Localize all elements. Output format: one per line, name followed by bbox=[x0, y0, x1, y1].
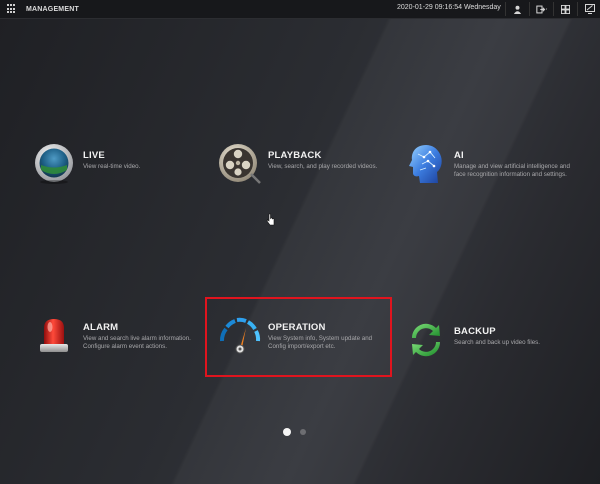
backup-icon bbox=[404, 318, 448, 362]
page-dot-2[interactable] bbox=[300, 429, 306, 435]
monitor-icon[interactable] bbox=[577, 2, 600, 16]
page-dot-1[interactable] bbox=[283, 428, 291, 436]
user-icon[interactable] bbox=[505, 2, 529, 16]
tile-ai-title: AI bbox=[454, 150, 464, 161]
tile-backup[interactable]: BACKUP Search and back up video files. bbox=[404, 318, 574, 362]
tile-live-desc: View real-time video. bbox=[83, 163, 141, 170]
selection-highlight bbox=[205, 297, 392, 377]
page-indicator bbox=[283, 428, 306, 436]
logout-icon[interactable] bbox=[529, 2, 553, 16]
tile-ai-desc: Manage and view artificial intelligence … bbox=[454, 163, 570, 178]
layout-icon[interactable] bbox=[553, 2, 577, 16]
top-bar: MANAGEMENT 2020-01-29 09:16:54 Wednesday bbox=[0, 0, 600, 19]
tile-ai[interactable]: AI Manage and view artificial intelligen… bbox=[404, 142, 572, 186]
playback-icon bbox=[218, 142, 262, 186]
tile-live[interactable]: LIVE View real-time video. bbox=[33, 142, 193, 186]
tile-playback[interactable]: PLAYBACK View, search, and play recorded… bbox=[218, 142, 403, 186]
mouse-pointer-icon bbox=[266, 213, 275, 231]
tile-backup-desc: Search and back up video files. bbox=[454, 339, 540, 346]
tile-playback-desc: View, search, and play recorded videos. bbox=[268, 163, 378, 170]
tile-playback-title: PLAYBACK bbox=[268, 150, 322, 161]
background-sheen bbox=[0, 0, 600, 484]
tile-alarm-desc: View and search live alarm information. … bbox=[83, 335, 191, 350]
live-icon bbox=[33, 142, 77, 186]
page-title: MANAGEMENT bbox=[26, 5, 79, 13]
ai-icon bbox=[404, 142, 448, 186]
tile-backup-title: BACKUP bbox=[454, 326, 496, 337]
datetime-display: 2020-01-29 09:16:54 Wednesday bbox=[397, 4, 501, 11]
tile-alarm[interactable]: ALARM View and search live alarm informa… bbox=[33, 314, 201, 358]
grid-menu-icon[interactable] bbox=[7, 4, 17, 14]
tile-live-title: LIVE bbox=[83, 150, 105, 161]
alarm-icon bbox=[33, 314, 77, 358]
tile-alarm-title: ALARM bbox=[83, 322, 119, 333]
